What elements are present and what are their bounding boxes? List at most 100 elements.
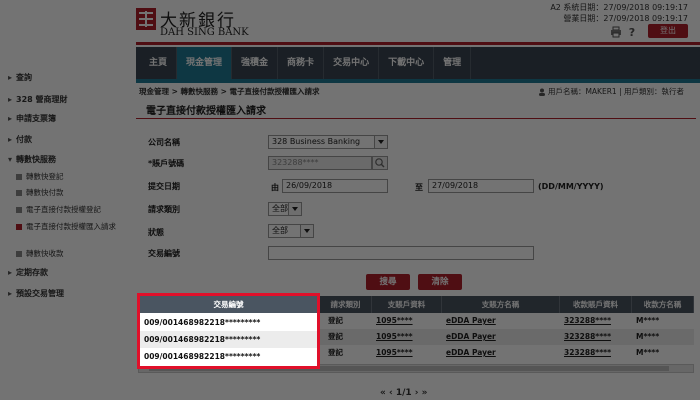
sidebar-item-cheque-book[interactable]: ▸ 申請支票簿 (8, 114, 56, 124)
search-button[interactable]: 搜尋 (366, 274, 410, 290)
cell-debtor-name[interactable]: eDDA Payer (442, 345, 560, 361)
date-from-input[interactable]: 26/09/2018 (282, 179, 388, 193)
date-label: 提交日期 (148, 182, 180, 191)
request-type-select[interactable]: 全部 (268, 202, 302, 216)
cell-creditor-name: M**** (636, 316, 660, 325)
nav-transaction-center[interactable]: 交易中心 (324, 47, 380, 79)
chevron-right-icon: ▸ (8, 268, 13, 277)
col-header-request-type[interactable]: 請求類別 (320, 296, 372, 313)
date-to-input[interactable]: 27/09/2018 (428, 179, 534, 193)
chevron-right-icon: ▸ (8, 73, 13, 82)
breadcrumb: 現金管理 > 轉數快服務 > 電子直接付款授權匯入請求 (139, 87, 320, 96)
nav-cash-management[interactable]: 現金管理 (177, 47, 233, 79)
nav-business-card[interactable]: 商務卡 (278, 47, 325, 79)
nav-download-center[interactable]: 下載中心 (379, 47, 435, 79)
chevron-down-icon (288, 203, 301, 215)
sidebar-sub-edda-import[interactable]: 電子直接付款授權匯入請求 (16, 222, 134, 231)
header-divider (136, 42, 700, 45)
sidebar-item-preset-transactions[interactable]: ▸ 預設交易管理 (8, 289, 64, 299)
title-divider (136, 118, 696, 119)
next-page-icon[interactable]: › (415, 388, 419, 398)
sidebar-item-time-deposit[interactable]: ▸ 定期存款 (8, 268, 48, 278)
help-icon[interactable]: ? (626, 26, 638, 38)
chevron-down-icon: ▾ (8, 155, 13, 164)
printer-icon[interactable] (610, 26, 622, 38)
chevron-down-icon (374, 136, 387, 148)
cell-debtor-name[interactable]: eDDA Payer (442, 313, 560, 329)
sidebar-sub-fps-register[interactable]: 轉數快登記 (16, 172, 134, 181)
company-label: 公司名稱 (148, 138, 180, 147)
cell-request-type: 登記 (328, 332, 343, 341)
system-date: A2 系統日期：27/09/2018 09:19:17 (550, 3, 688, 12)
logout-button[interactable]: 登出 (648, 24, 688, 38)
bullet-icon (16, 224, 22, 230)
sidebar-item-328-business[interactable]: ▸ 328 營商理財 (8, 95, 67, 105)
date-from-label: 由 (271, 183, 279, 192)
company-select[interactable]: 328 Business Banking (268, 135, 388, 149)
cell-creditor-name: M**** (636, 348, 660, 357)
status-select[interactable]: 全部 (268, 224, 314, 238)
bullet-icon (16, 174, 22, 180)
work-date: 營業日期：27/09/2018 09:19:17 (563, 14, 688, 23)
nav-sub-bar (136, 79, 700, 83)
sidebar-item-fps[interactable]: ▾ 轉數快服務 (8, 155, 56, 165)
account-lookup-button[interactable] (372, 156, 388, 170)
chevron-right-icon: ▸ (8, 135, 13, 144)
account-field: 323288**** (268, 156, 372, 170)
last-page-icon[interactable]: » (422, 388, 428, 398)
cell-debit-account[interactable]: 1095**** (372, 313, 442, 329)
sidebar-sub-fps-payment[interactable]: 轉數快付款 (16, 188, 134, 197)
svg-text:?: ? (629, 26, 635, 38)
date-format-hint: (DD/MM/YYYY) (538, 182, 604, 191)
bank-logo: 大新銀行 DAH SING BANK (136, 6, 276, 40)
bank-name-en: DAH SING BANK (160, 27, 249, 38)
cell-creditor-account[interactable]: 323288**** (560, 313, 632, 329)
chevron-right-icon: ▸ (8, 114, 13, 123)
cell-debit-account[interactable]: 1095**** (372, 329, 442, 345)
bullet-icon (16, 207, 22, 213)
cell-request-type: 登記 (328, 316, 343, 325)
chevron-down-icon (300, 225, 313, 237)
bullet-icon (16, 190, 22, 196)
main-nav: 主頁 現金管理 強積金 商務卡 交易中心 下載中心 管理 (136, 47, 700, 79)
nav-home[interactable]: 主頁 (140, 47, 178, 79)
cell-debit-account[interactable]: 1095**** (372, 345, 442, 361)
cell-request-type: 登記 (328, 348, 343, 357)
page-indicator: 1/1 (395, 388, 412, 398)
date-to-label: 至 (415, 183, 423, 192)
first-page-icon[interactable]: « (380, 388, 386, 398)
request-type-label: 請求類別 (148, 205, 180, 214)
chevron-right-icon: ▸ (8, 95, 13, 104)
cell-creditor-account[interactable]: 323288**** (560, 329, 632, 345)
status-label: 狀態 (148, 228, 164, 237)
clear-button[interactable]: 清除 (418, 274, 462, 290)
sidebar-item-payment[interactable]: ▸ 付款 (8, 135, 32, 145)
col-header-debtor-name[interactable]: 支賬方名稱 (442, 296, 560, 313)
bullet-icon (16, 251, 22, 257)
col-header-debit-account[interactable]: 支賬戶資料 (372, 296, 442, 313)
account-label: *賬戶號碼 (148, 159, 185, 168)
nav-admin[interactable]: 管理 (434, 47, 472, 79)
txn-no-input[interactable] (268, 246, 534, 260)
txn-no-label: 交易編號 (148, 249, 180, 258)
cell-creditor-account[interactable]: 323288**** (560, 345, 632, 361)
system-info: A2 系統日期：27/09/2018 09:19:17 營業日期：27/09/2… (550, 2, 688, 24)
sidebar-sub-edda-register[interactable]: 電子直接付款授權登記 (16, 205, 134, 214)
col-header-creditor-name[interactable]: 收款方名稱 (632, 296, 694, 313)
chevron-right-icon: ▸ (8, 289, 13, 298)
sidebar-item-inquiry[interactable]: ▸ 查詢 (8, 73, 32, 83)
magnifier-icon (375, 158, 385, 168)
pagination: « ‹ 1/1 › » (380, 388, 427, 398)
bank-logo-icon (136, 8, 156, 30)
page-title: 電子直接付款授權匯入請求 (146, 106, 266, 117)
prev-page-icon[interactable]: ‹ (389, 388, 393, 398)
cell-debtor-name[interactable]: eDDA Payer (442, 329, 560, 345)
user-icon (538, 88, 545, 96)
user-label: 用戶名稱：MAKER1 | 用戶類別：執行者 (547, 87, 684, 96)
nav-mpf[interactable]: 強積金 (232, 47, 279, 79)
cell-creditor-name: M**** (636, 332, 660, 341)
col-header-creditor-account[interactable]: 收款賬戶資料 (560, 296, 632, 313)
sidebar-sub-fps-receive[interactable]: 轉數快收款 (16, 249, 134, 258)
user-info: 用戶名稱：MAKER1 | 用戶類別：執行者 (538, 86, 684, 97)
highlight-frame (137, 293, 320, 369)
